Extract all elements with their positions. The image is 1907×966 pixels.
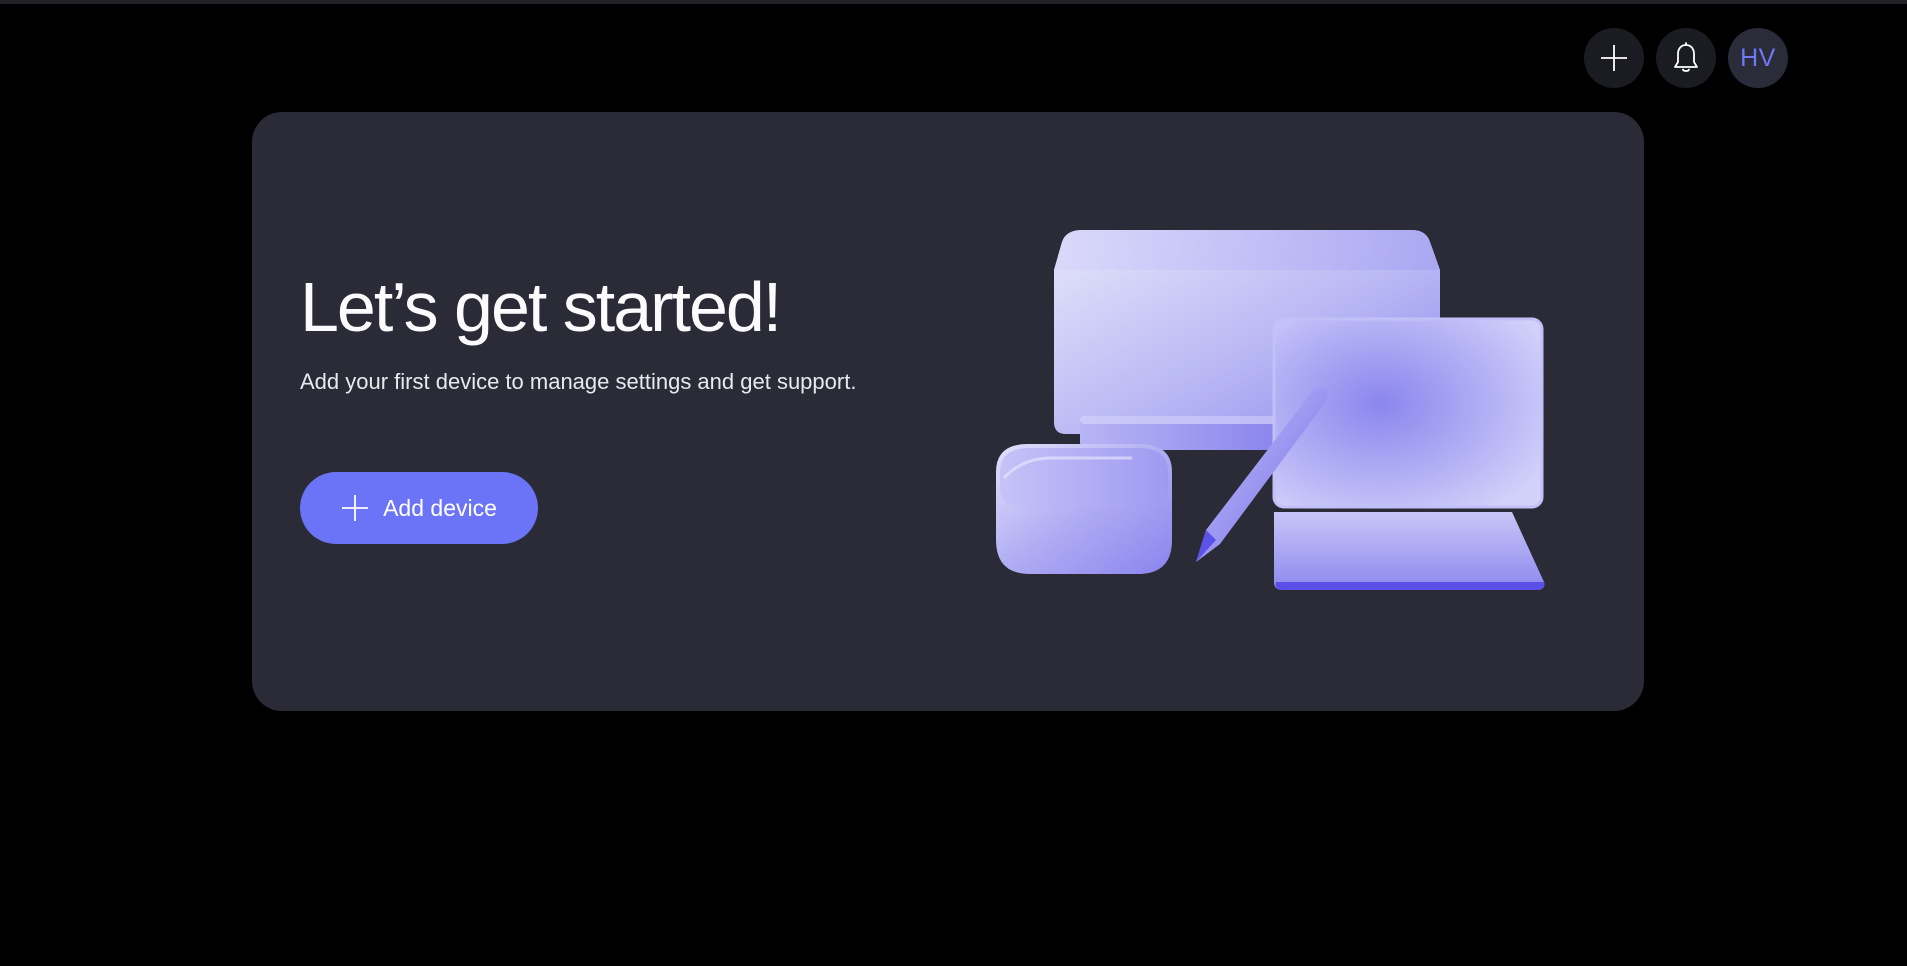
- bell-icon: [1674, 42, 1698, 72]
- page-title: Let’s get started!: [300, 268, 782, 346]
- header-actions: HV: [1584, 28, 1788, 88]
- plus-icon: [342, 495, 369, 521]
- hero-subtitle: Add your first device to manage settings…: [300, 369, 857, 394]
- user-avatar[interactable]: HV: [1728, 28, 1788, 88]
- avatar-initials: HV: [1740, 43, 1776, 72]
- plus-icon: [1601, 45, 1627, 71]
- notifications-button[interactable]: [1656, 28, 1716, 88]
- add-device-button[interactable]: Add device: [300, 472, 538, 544]
- add-device-label: Add device: [383, 494, 497, 521]
- add-button[interactable]: [1584, 28, 1644, 88]
- laptop-shape: [1272, 317, 1545, 590]
- getting-started-card: Let’s get started! Add your first device…: [252, 112, 1644, 711]
- top-border: [0, 0, 1907, 4]
- devices-illustration: [996, 230, 1545, 590]
- puck-shape: [996, 444, 1172, 574]
